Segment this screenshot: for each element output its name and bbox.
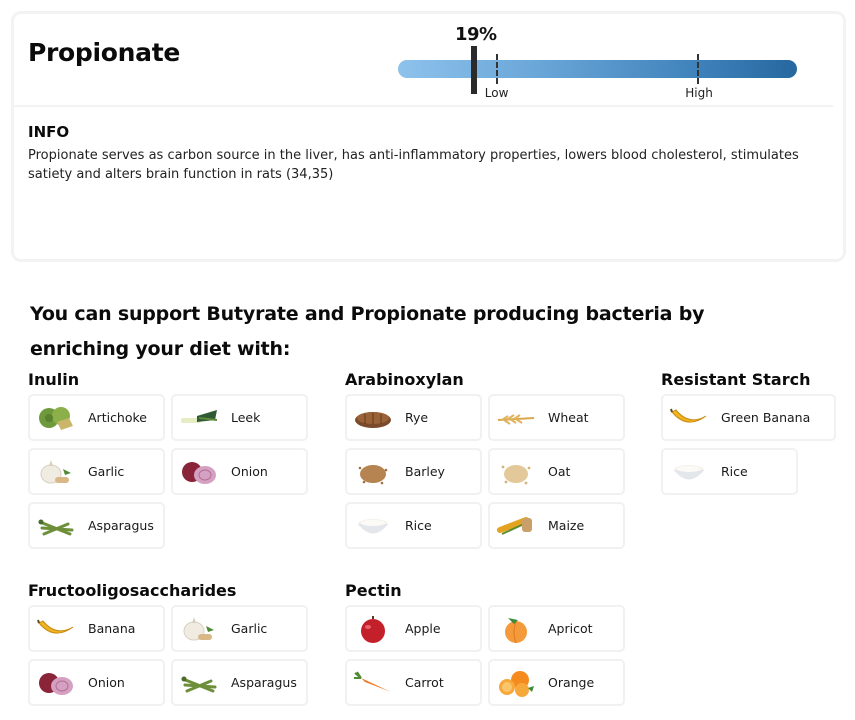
food-item-label: Garlic — [231, 621, 268, 636]
food-item-apple[interactable]: Apple — [345, 605, 482, 652]
food-item-asparagus[interactable]: Asparagus — [28, 502, 165, 549]
food-item-leek[interactable]: Leek — [171, 394, 308, 441]
food-item-label: Apricot — [548, 621, 593, 636]
food-item-label: Rye — [405, 410, 429, 425]
orange-icon — [496, 668, 536, 698]
low-threshold-tick — [495, 54, 498, 84]
food-item-rice[interactable]: Rice — [345, 502, 482, 549]
garlic-icon — [36, 457, 76, 487]
food-group-arabinoxylan: Arabinoxylan Rye Wheat Barley Oat Rice Maize — [345, 370, 625, 549]
food-item-label: Green Banana — [721, 410, 811, 425]
barley-icon — [353, 457, 393, 487]
food-item-list: Artichoke Leek Garlic Onion Asparagus — [28, 394, 308, 549]
info-heading: INFO — [28, 123, 70, 141]
carrot-icon — [353, 668, 393, 698]
low-threshold-label: Low — [484, 86, 509, 100]
food-item-label: Banana — [88, 621, 136, 636]
food-group-title: Fructooligosaccharides — [28, 581, 237, 600]
artichoke-icon — [36, 403, 76, 433]
food-item-garlic[interactable]: Garlic — [28, 448, 165, 495]
food-item-list: Rye Wheat Barley Oat Rice Maize — [345, 394, 625, 549]
food-group-pectin: Pectin Apple Apricot Carrot Orange — [345, 581, 625, 706]
banana-icon — [36, 614, 76, 644]
food-item-asparagus[interactable]: Asparagus — [171, 659, 308, 706]
leek-icon — [179, 403, 219, 433]
value-marker — [470, 46, 477, 94]
food-item-banana[interactable]: Banana — [28, 605, 165, 652]
level-meter: Low High 19% — [395, 24, 800, 104]
value-label: 19% — [455, 24, 497, 45]
food-item-label: Rice — [405, 518, 432, 533]
food-item-label: Barley — [405, 464, 445, 479]
food-item-garlic[interactable]: Garlic — [171, 605, 308, 652]
food-item-label: Onion — [88, 675, 125, 690]
rye-bread-icon — [353, 403, 393, 433]
maize-icon — [496, 511, 536, 541]
food-item-label: Carrot — [405, 675, 444, 690]
propionate-card: Propionate Low High 19% INFO Propionate … — [11, 11, 846, 262]
oat-icon — [496, 457, 536, 487]
food-item-maize[interactable]: Maize — [488, 502, 625, 549]
food-item-apricot[interactable]: Apricot — [488, 605, 625, 652]
food-item-barley[interactable]: Barley — [345, 448, 482, 495]
food-group-inulin: Inulin Artichoke Leek Garlic Onion Asparagus — [28, 370, 308, 549]
food-item-label: Oat — [548, 464, 571, 479]
food-group-title: Pectin — [345, 581, 402, 600]
food-item-onion[interactable]: Onion — [171, 448, 308, 495]
apricot-icon — [496, 614, 536, 644]
food-item-label: Asparagus — [88, 518, 154, 533]
food-item-label: Orange — [548, 675, 595, 690]
banana-icon — [669, 403, 709, 433]
food-item-rice[interactable]: Rice — [661, 448, 798, 495]
food-item-list: Apple Apricot Carrot Orange — [345, 605, 625, 706]
onion-icon — [179, 457, 219, 487]
food-item-label: Apple — [405, 621, 441, 636]
onion-icon — [36, 668, 76, 698]
food-group-title: Inulin — [28, 370, 80, 389]
info-text: Propionate serves as carbon source in th… — [28, 148, 799, 182]
food-group-title: Resistant Starch — [661, 370, 811, 389]
page-title: Propionate — [28, 38, 181, 67]
food-item-carrot[interactable]: Carrot — [345, 659, 482, 706]
food-item-list: Green Banana Rice — [661, 394, 836, 495]
apple-icon — [353, 614, 393, 644]
food-item-label: Onion — [231, 464, 268, 479]
food-item-label: Rice — [721, 464, 748, 479]
food-group-title: Arabinoxylan — [345, 370, 464, 389]
high-threshold-tick — [697, 54, 700, 84]
food-item-label: Artichoke — [88, 410, 147, 425]
food-item-label: Garlic — [88, 464, 125, 479]
food-item-oat[interactable]: Oat — [488, 448, 625, 495]
food-item-list: Banana Garlic Onion Asparagus — [28, 605, 308, 706]
divider — [11, 105, 833, 107]
asparagus-icon — [36, 511, 76, 541]
wheat-icon — [496, 403, 536, 433]
food-group-resistant-starch: Resistant Starch Green Banana Rice — [661, 370, 836, 495]
high-threshold-label: High — [685, 86, 713, 100]
food-group-fructooligosaccharides: Fructooligosaccharides Banana Garlic Onion A… — [28, 581, 308, 706]
rice-icon — [353, 511, 393, 541]
food-item-label: Asparagus — [231, 675, 297, 690]
asparagus-icon — [179, 668, 219, 698]
food-item-orange[interactable]: Orange — [488, 659, 625, 706]
rice-icon — [669, 457, 709, 487]
food-item-rye[interactable]: Rye — [345, 394, 482, 441]
meter-bar — [398, 60, 797, 78]
food-item-label: Wheat — [548, 410, 589, 425]
food-item-green-banana[interactable]: Green Banana — [661, 394, 836, 441]
food-item-label: Maize — [548, 518, 585, 533]
food-item-artichoke[interactable]: Artichoke — [28, 394, 165, 441]
support-heading: You can support Butyrate and Propionate … — [30, 303, 705, 360]
garlic-icon — [179, 614, 219, 644]
food-item-onion[interactable]: Onion — [28, 659, 165, 706]
food-item-label: Leek — [231, 410, 261, 425]
food-item-wheat[interactable]: Wheat — [488, 394, 625, 441]
